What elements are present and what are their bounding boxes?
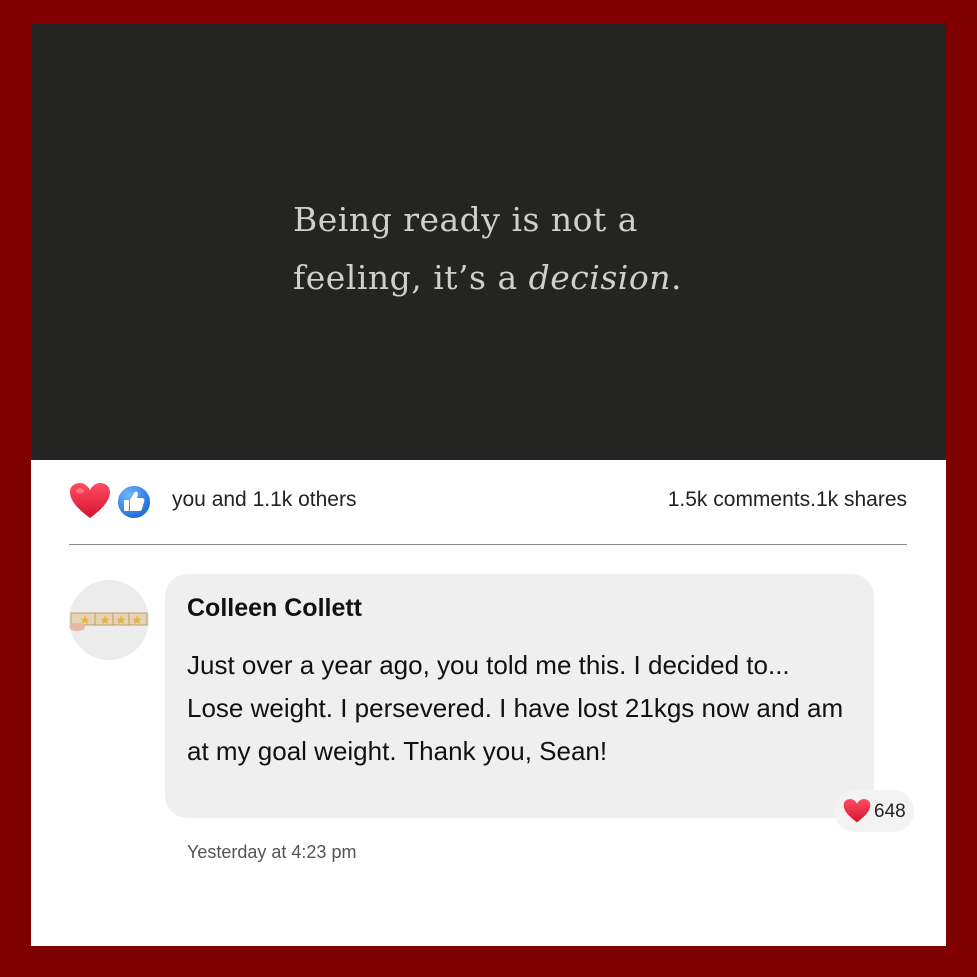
quote-text: Being ready is not a feeling, it’s a dec… [293, 191, 682, 307]
comment-reaction-count: 648 [874, 801, 906, 822]
comment-timestamp[interactable]: Yesterday at 4:23 pm [187, 842, 356, 863]
comment-bubble: Colleen Collett Just over a year ago, yo… [165, 574, 874, 818]
divider [69, 544, 907, 545]
comment-reaction-badge[interactable]: 648 [834, 790, 914, 832]
quote-line-1: Being ready is not a [293, 200, 638, 239]
comment-text: Just over a year ago, you told me this. … [187, 650, 844, 766]
quote-image[interactable]: Being ready is not a feeling, it’s a dec… [31, 23, 946, 460]
heart-icon [843, 799, 871, 823]
avatar-image [69, 580, 149, 660]
reactions-summary[interactable]: you and 1.1k others [172, 488, 356, 512]
post-card: Being ready is not a feeling, it’s a dec… [31, 23, 946, 946]
like-icon [116, 484, 152, 520]
commenter-name[interactable]: Colleen Collett [187, 594, 362, 623]
heart-icon [70, 483, 110, 518]
avatar[interactable] [69, 580, 149, 660]
reaction-icons[interactable] [69, 480, 159, 520]
quote-line-2: feeling, it’s a decision. [293, 258, 682, 297]
post-stats: you and 1.1k others 1.5k comments.1k sha… [69, 480, 907, 520]
comments-shares-count[interactable]: 1.5k comments.1k shares [668, 488, 907, 512]
